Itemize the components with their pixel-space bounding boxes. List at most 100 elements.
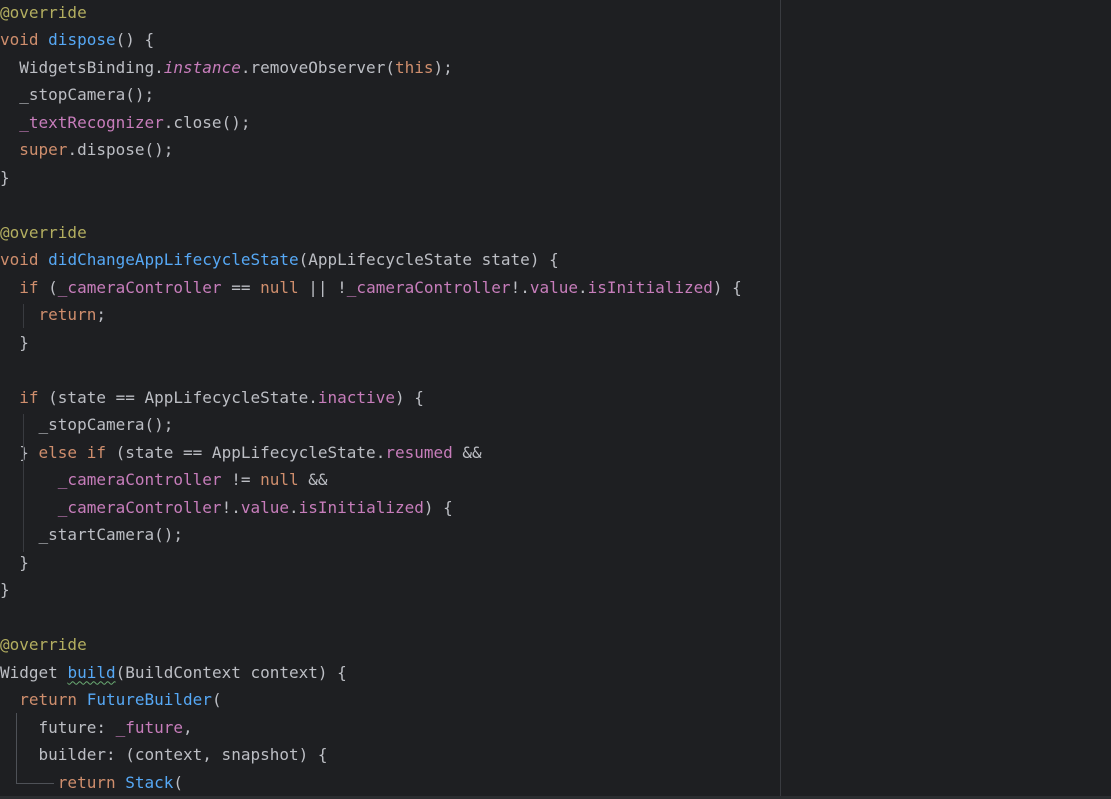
code-token: && [452, 442, 482, 462]
code-line[interactable]: super.dispose(); [0, 136, 780, 164]
code-line[interactable]: if (_cameraController == null || !_camer… [0, 274, 780, 302]
code-line[interactable]: _textRecognizer.close(); [0, 109, 780, 137]
code-line[interactable]: future: _future, [0, 714, 780, 742]
code-token: Widget [0, 662, 68, 682]
code-token: && [298, 470, 328, 489]
code-token: _textRecognizer [19, 112, 164, 132]
code-token: _cameraController [346, 277, 511, 297]
code-token: this [394, 57, 434, 77]
code-line[interactable]: } [0, 576, 780, 604]
code-token: value [240, 497, 289, 517]
code-token: !. [510, 277, 530, 297]
code-token: . [578, 277, 588, 297]
code-token: (AppLifecycleState state) { [298, 250, 559, 269]
code-token: _stopCamera(); [0, 85, 155, 104]
right-margin-guide [780, 0, 781, 799]
code-token: ( [173, 772, 184, 792]
code-token: isInitialized [298, 497, 424, 517]
code-token: (state == AppLifecycleState. [105, 442, 386, 462]
code-editor[interactable]: @override void dispose() { WidgetsBinding… [0, 0, 1111, 799]
code-token: () { [115, 30, 155, 49]
code-token: _cameraController [57, 277, 222, 297]
code-token: return [19, 690, 78, 709]
code-token: @override [0, 2, 87, 22]
code-line[interactable]: return Stack( [0, 769, 780, 797]
code-token: } [0, 332, 29, 352]
code-line[interactable]: @override [0, 219, 780, 247]
indent-guide [23, 304, 24, 328]
code-line[interactable]: Widget build(BuildContext context) { [0, 659, 780, 687]
code-token: .dispose(); [67, 140, 174, 159]
code-line[interactable] [0, 604, 780, 632]
code-line[interactable]: } [0, 329, 780, 357]
code-line[interactable]: } [0, 164, 780, 192]
code-token: ( [211, 690, 222, 709]
code-token: } [0, 580, 10, 599]
code-token: _future [115, 717, 184, 737]
code-line[interactable]: _stopCamera(); [0, 411, 780, 439]
code-token: !. [221, 497, 241, 517]
code-token: _cameraController [57, 497, 222, 517]
code-token: } [0, 167, 10, 187]
code-line[interactable]: } else if (state == AppLifecycleState.re… [0, 439, 780, 467]
code-token: ) { [423, 497, 453, 517]
code-lines[interactable]: @override void dispose() { WidgetsBinding… [0, 0, 780, 796]
code-line[interactable]: return; [0, 301, 780, 329]
code-token: future: [0, 717, 116, 737]
code-line[interactable]: if (state == AppLifecycleState.inactive)… [0, 384, 780, 412]
code-token: value [529, 277, 578, 297]
code-line[interactable]: _startCamera(); [0, 521, 780, 549]
code-token: == [221, 277, 261, 297]
code-token: inactive [317, 387, 395, 407]
code-token: void [0, 30, 49, 49]
code-token: } [0, 442, 39, 462]
code-token: ) { [394, 387, 424, 407]
code-line[interactable]: @override [0, 0, 780, 26]
code-line[interactable]: _cameraController!.value.isInitialized) … [0, 494, 780, 522]
code-token: builder: (context, snapshot) { [0, 745, 328, 764]
code-token: ) { [712, 277, 742, 297]
code-token: .removeObserver( [240, 57, 395, 77]
code-token: instance [163, 57, 241, 77]
code-line[interactable] [0, 356, 780, 384]
code-line[interactable]: @override [0, 631, 780, 659]
code-token: .close(); [163, 112, 251, 132]
code-line[interactable]: return FutureBuilder( [0, 686, 780, 714]
code-token: ; [96, 305, 106, 324]
code-token: void [0, 250, 49, 269]
code-token: _stopCamera(); [0, 415, 174, 434]
code-line[interactable]: void dispose() { [0, 26, 780, 54]
code-token: , [183, 717, 193, 737]
code-line[interactable]: void didChangeAppLifecycleState(AppLifec… [0, 246, 780, 274]
indent-guide [23, 414, 24, 552]
code-token: . [289, 497, 299, 517]
code-token: build [67, 662, 116, 682]
code-token: (state == AppLifecycleState. [38, 387, 318, 407]
code-line[interactable]: WidgetsBinding.instance.removeObserver(t… [0, 54, 780, 82]
code-token: WidgetsBinding. [0, 57, 164, 77]
code-token: dispose [48, 30, 116, 49]
code-token: || ! [298, 277, 347, 297]
code-line[interactable]: _cameraController != null && [0, 466, 780, 494]
code-line[interactable]: builder: (context, snapshot) { [0, 741, 780, 769]
code-token: if [19, 277, 39, 297]
code-line[interactable]: _stopCamera(); [0, 81, 780, 109]
code-line[interactable]: } [0, 549, 780, 577]
code-token: didChangeAppLifecycleState [48, 250, 299, 269]
code-token: != [221, 470, 261, 489]
code-token: FutureBuilder [86, 690, 212, 709]
code-line[interactable] [0, 191, 780, 219]
code-token: resumed [385, 442, 453, 462]
code-token: @override [0, 635, 87, 654]
code-token: null [260, 277, 299, 297]
code-token: _cameraController [57, 470, 222, 489]
code-token: _startCamera(); [0, 525, 184, 544]
